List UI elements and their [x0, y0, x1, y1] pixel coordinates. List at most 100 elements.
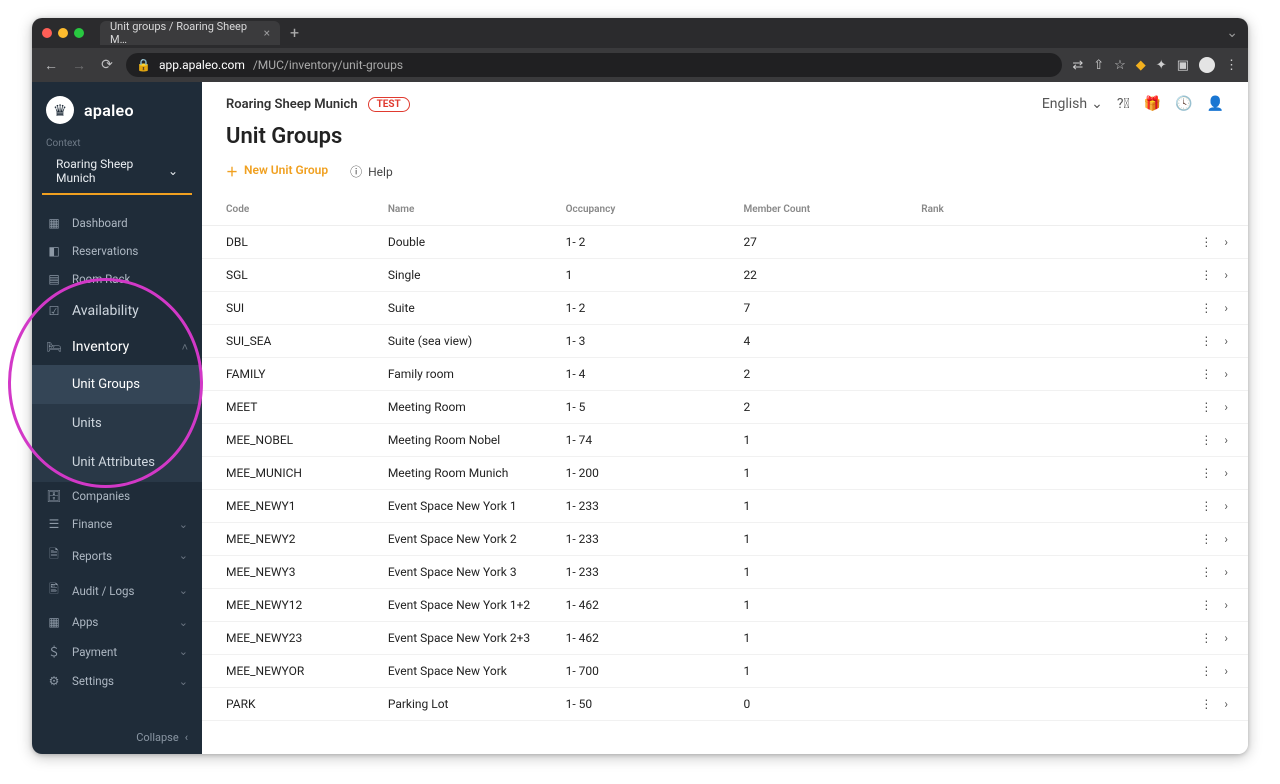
col-header-name[interactable]: Name [380, 194, 558, 226]
more-icon[interactable]: ⋮ [1200, 631, 1212, 645]
sidepanel-icon[interactable]: ▣ [1177, 58, 1189, 73]
star-icon[interactable]: ☆ [1114, 58, 1126, 73]
chevron-right-icon[interactable]: › [1224, 334, 1228, 348]
table-row[interactable]: MEE_NEWY2Event Space New York 21- 2331⋮› [202, 523, 1248, 556]
more-icon[interactable]: ⋮ [1200, 400, 1212, 414]
sidebar-item-inventory[interactable]: 🛏 Inventory ˄ [32, 329, 202, 365]
collapse-sidebar-button[interactable]: Collapse ‹ [32, 721, 202, 754]
more-icon[interactable]: ⋮ [1200, 598, 1212, 612]
close-icon[interactable]: × [264, 27, 270, 39]
col-header-member-count[interactable]: Member Count [735, 194, 913, 226]
help-icon[interactable]: ?⃝ [1117, 96, 1130, 112]
forward-button[interactable]: → [70, 57, 88, 74]
table-row[interactable]: SUISuite1- 27⋮› [202, 292, 1248, 325]
chevron-right-icon[interactable]: › [1224, 565, 1228, 579]
more-icon[interactable]: ⋮ [1200, 235, 1212, 249]
chevron-right-icon[interactable]: › [1224, 433, 1228, 447]
chevron-right-icon[interactable]: › [1224, 499, 1228, 513]
more-icon[interactable]: ⋮ [1200, 532, 1212, 546]
tab-title: Unit groups / Roaring Sheep M… [110, 20, 256, 46]
address-bar[interactable]: 🔒 app.apaleo.com/MUC/inventory/unit-grou… [126, 53, 1062, 77]
translate-icon[interactable]: ⇄ [1072, 58, 1083, 73]
chevron-right-icon[interactable]: › [1224, 367, 1228, 381]
window-zoom-button[interactable] [74, 28, 84, 38]
puzzle-icon[interactable]: ✦ [1156, 58, 1167, 73]
more-icon[interactable]: ⋮ [1200, 499, 1212, 513]
sidebar-item-settings[interactable]: ⚙ Settings ⌄ [32, 667, 202, 695]
context-selector[interactable]: Roaring Sheep Munich ⌄ [42, 151, 192, 195]
chevron-right-icon[interactable]: › [1224, 697, 1228, 711]
table-row[interactable]: MEE_NEWY23Event Space New York 2+31- 462… [202, 622, 1248, 655]
sidebar-item-audit[interactable]: 🖺 Audit / Logs ⌄ [32, 573, 202, 608]
table-row[interactable]: MEE_NOBELMeeting Room Nobel1- 741⋮› [202, 424, 1248, 457]
browser-tab[interactable]: Unit groups / Roaring Sheep M… × [100, 21, 280, 45]
sidebar-item-reports[interactable]: 🗎 Reports ⌄ [32, 538, 202, 573]
cell-occupancy: 1- 3 [558, 325, 736, 358]
chevron-right-icon[interactable]: › [1224, 631, 1228, 645]
chevron-right-icon[interactable]: › [1224, 235, 1228, 249]
more-icon[interactable]: ⋮ [1200, 433, 1212, 447]
cell-occupancy: 1 [558, 259, 736, 292]
clock-icon[interactable]: 🕓 [1175, 96, 1192, 112]
table-row[interactable]: MEE_NEWY3Event Space New York 31- 2331⋮› [202, 556, 1248, 589]
col-header-rank[interactable]: Rank [913, 194, 1101, 226]
sidebar-item-reservations[interactable]: ◧ Reservations [32, 237, 202, 265]
menu-icon[interactable]: ⋮ [1225, 58, 1238, 73]
table-row[interactable]: SGLSingle122⋮› [202, 259, 1248, 292]
chevron-right-icon[interactable]: › [1224, 598, 1228, 612]
chevron-right-icon[interactable]: › [1224, 301, 1228, 315]
cell-occupancy: 1- 74 [558, 424, 736, 457]
table-row[interactable]: SUI_SEASuite (sea view)1- 34⋮› [202, 325, 1248, 358]
table-row[interactable]: MEE_NEWY12Event Space New York 1+21- 462… [202, 589, 1248, 622]
cell-rank [913, 325, 1101, 358]
sidebar-sub-unit-groups[interactable]: Unit Groups [32, 365, 202, 404]
chevron-right-icon[interactable]: › [1224, 268, 1228, 282]
back-button[interactable]: ← [42, 57, 60, 74]
chevron-right-icon[interactable]: › [1224, 400, 1228, 414]
profile-avatar[interactable] [1199, 57, 1215, 73]
table-row[interactable]: PARKParking Lot1- 500⋮› [202, 688, 1248, 721]
more-icon[interactable]: ⋮ [1200, 268, 1212, 282]
help-button[interactable]: ⓘ Help [350, 163, 393, 180]
sidebar-item-dashboard[interactable]: ▦ Dashboard [32, 209, 202, 237]
chevron-right-icon[interactable]: › [1224, 532, 1228, 546]
chevron-right-icon[interactable]: › [1224, 664, 1228, 678]
col-header-occupancy[interactable]: Occupancy [558, 194, 736, 226]
gift-icon[interactable]: 🎁 [1144, 96, 1161, 112]
new-unit-group-button[interactable]: ＋ New Unit Group [226, 163, 328, 180]
new-tab-button[interactable]: + [290, 25, 299, 41]
reload-button[interactable]: ⟳ [98, 57, 116, 73]
table-row[interactable]: MEE_NEWYOREvent Space New York1- 7001⋮› [202, 655, 1248, 688]
table-row[interactable]: FAMILYFamily room1- 42⋮› [202, 358, 1248, 391]
extension-icon[interactable]: ◆ [1136, 58, 1146, 73]
chevron-right-icon[interactable]: › [1224, 466, 1228, 480]
sidebar-sub-units[interactable]: Units [32, 404, 202, 443]
window-close-button[interactable] [42, 28, 52, 38]
more-icon[interactable]: ⋮ [1200, 367, 1212, 381]
table-row[interactable]: DBLDouble1- 227⋮› [202, 226, 1248, 259]
more-icon[interactable]: ⋮ [1200, 466, 1212, 480]
chevron-down-icon[interactable]: ⌄ [1226, 25, 1238, 41]
more-icon[interactable]: ⋮ [1200, 334, 1212, 348]
language-selector[interactable]: English ⌄ [1042, 96, 1103, 112]
table-row[interactable]: MEE_MUNICHMeeting Room Munich1- 2001⋮› [202, 457, 1248, 490]
sidebar-item-finance[interactable]: ☰ Finance ⌄ [32, 510, 202, 538]
sidebar-item-apps[interactable]: ▦ Apps ⌄ [32, 608, 202, 636]
more-icon[interactable]: ⋮ [1200, 301, 1212, 315]
sidebar-item-payment[interactable]: ＄ Payment ⌄ [32, 636, 202, 667]
sidebar-sub-unit-attributes[interactable]: Unit Attributes [32, 443, 202, 482]
browser-actions: ⇄ ⇧ ☆ ◆ ✦ ▣ ⋮ [1072, 57, 1238, 73]
sidebar-item-companies[interactable]: 🗄 Companies [32, 482, 202, 510]
user-icon[interactable]: 👤 [1207, 96, 1224, 112]
sidebar-item-roomrack[interactable]: ▤ Room Rack [32, 265, 202, 293]
brand-logo[interactable]: ♛ apaleo [32, 82, 202, 134]
more-icon[interactable]: ⋮ [1200, 697, 1212, 711]
table-row[interactable]: MEE_NEWY1Event Space New York 11- 2331⋮› [202, 490, 1248, 523]
sidebar-item-availability[interactable]: ☑ Availability [32, 293, 202, 329]
table-row[interactable]: MEETMeeting Room1- 52⋮› [202, 391, 1248, 424]
share-icon[interactable]: ⇧ [1093, 58, 1104, 73]
col-header-code[interactable]: Code [202, 194, 380, 226]
window-minimize-button[interactable] [58, 28, 68, 38]
more-icon[interactable]: ⋮ [1200, 565, 1212, 579]
more-icon[interactable]: ⋮ [1200, 664, 1212, 678]
